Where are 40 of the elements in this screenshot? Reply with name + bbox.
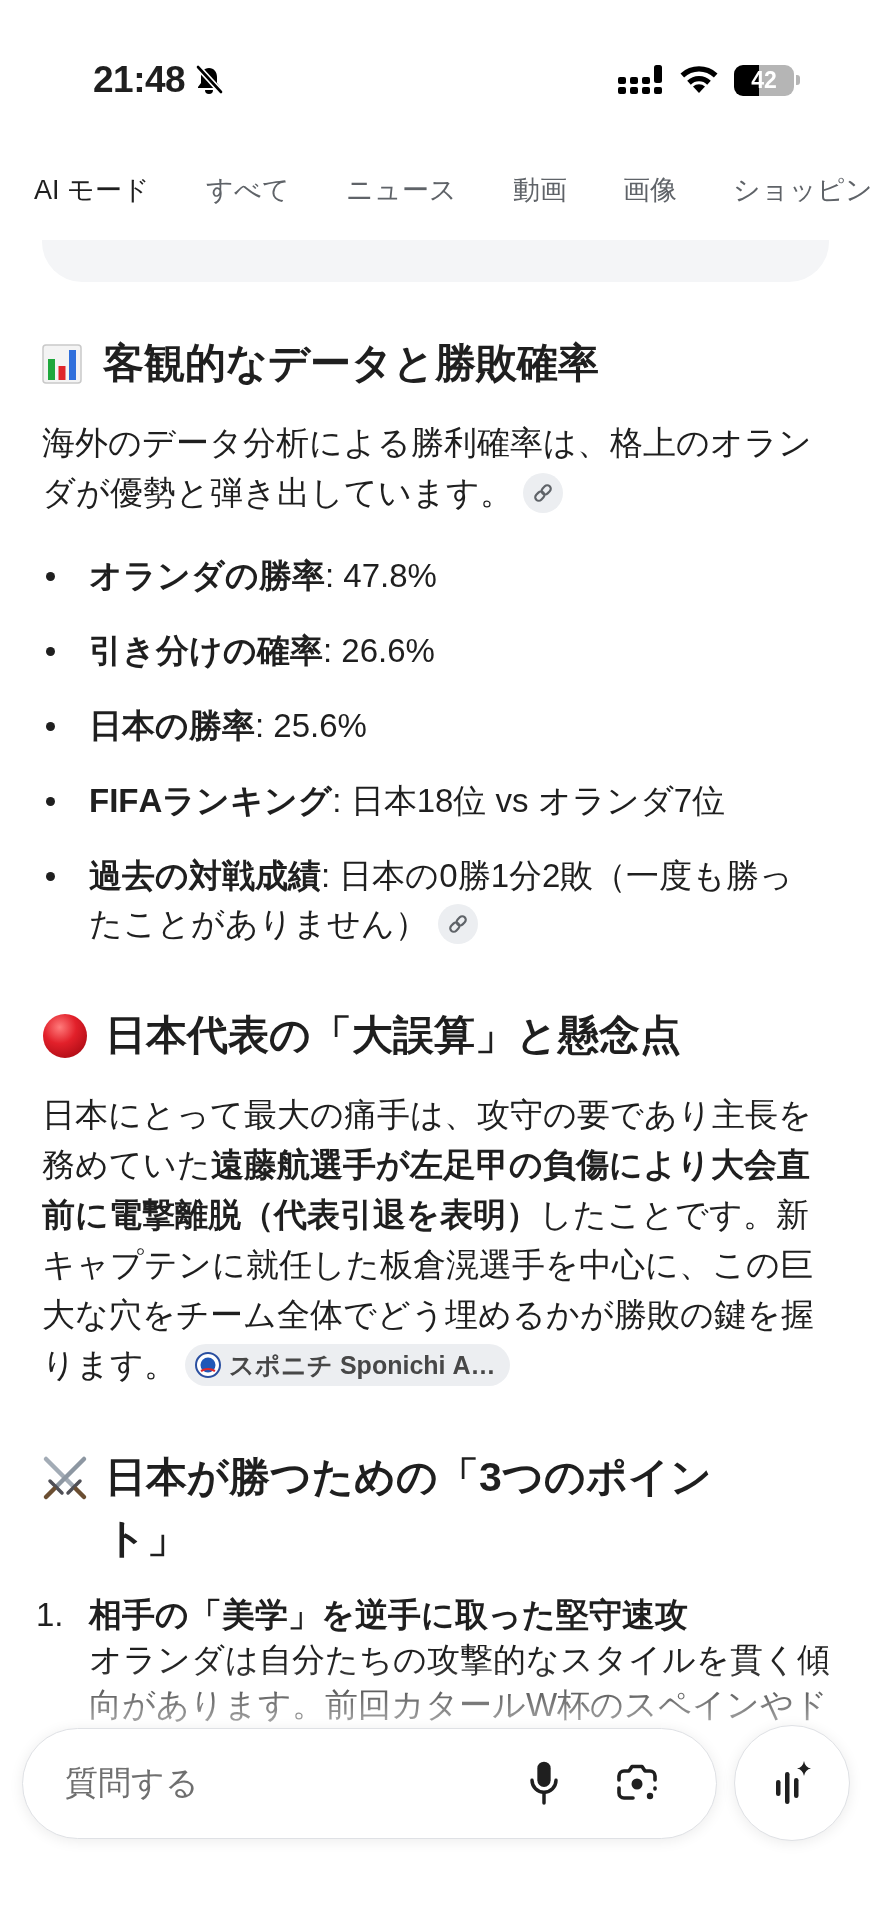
link-icon xyxy=(532,482,554,505)
section-heading: 日本が勝つための「3つのポイント」 xyxy=(105,1453,713,1563)
list-number: 1. xyxy=(36,1595,65,1635)
list-item-text: オランダは自分たちの攻撃的なスタイルを貫く傾向があります。前回カタールW杯のスペインやド xyxy=(89,1640,831,1723)
link-icon xyxy=(447,913,469,936)
citation-link-button[interactable] xyxy=(523,473,563,514)
logo-badge-icon xyxy=(195,1352,221,1379)
citation-link-button[interactable] xyxy=(438,904,478,945)
bullet-text: オランダの勝率: 47.8% xyxy=(89,556,438,596)
bar-chart-icon xyxy=(42,344,82,384)
bullet-icon xyxy=(46,572,55,581)
search-tab[interactable]: 画像 xyxy=(623,170,677,210)
search-tab[interactable]: すべて xyxy=(206,170,290,210)
bell-off-icon xyxy=(195,65,224,95)
search-tab[interactable]: AI モード xyxy=(34,170,150,210)
bullet-text: FIFAランキング: 日本18位 vs オランダ7位 xyxy=(89,781,727,821)
bullet-text: 過去の対戦成績: 日本の0勝1分2敗（一度も勝ったことがありません） xyxy=(89,852,818,948)
search-tab[interactable]: ショッピン xyxy=(733,170,873,210)
dot-icon xyxy=(42,1013,88,1059)
camera-icon[interactable] xyxy=(615,1763,659,1803)
mic-icon[interactable] xyxy=(528,1760,560,1806)
bullet-icon xyxy=(46,797,55,806)
bullet-icon xyxy=(46,647,55,656)
bullet-text: 引き分けの確率: 26.6% xyxy=(89,631,436,671)
section-heading: 日本代表の「大誤算」と懸念点 xyxy=(105,1011,681,1060)
search-tab[interactable]: 動画 xyxy=(513,170,567,210)
wifi-icon xyxy=(679,65,719,95)
section-heading: 客観的なデータと勝敗確率 xyxy=(103,339,599,388)
list-item-title: 相手の「美学」を逆手に取った堅守速攻 xyxy=(89,1595,689,1635)
search-tab[interactable]: ニュース xyxy=(346,170,457,210)
source-chip[interactable]: スポニチ Sponichi A… xyxy=(185,1344,510,1387)
bullet-text: 日本の勝率: 25.6% xyxy=(89,706,368,746)
bullet-icon xyxy=(46,872,55,881)
paragraph-text: 日本にとって最大の痛手は、攻守の要であり主長を務めていた遠藤航選手が左足甲の負傷により大会直前に電撃離脱（代表引退を表明）したことです。新キャプテンに就任した板倉滉選手を中心に、この巨大な穴をチーム全体でどう埋めるかが勝敗の鍵を握ります。 スポニチ Sponichi A… xyxy=(42,1090,818,1390)
status-time: 21:48 xyxy=(93,59,186,101)
question-input[interactable]: 質問する xyxy=(65,1764,528,1802)
signal-icon xyxy=(618,65,664,95)
crossed-swords-icon xyxy=(42,1455,88,1501)
paragraph-text: 海外のデータ分析による勝利確率は、格上のオランダが優勢と弾き出しています。 xyxy=(42,418,818,518)
bullet-icon xyxy=(46,722,55,731)
